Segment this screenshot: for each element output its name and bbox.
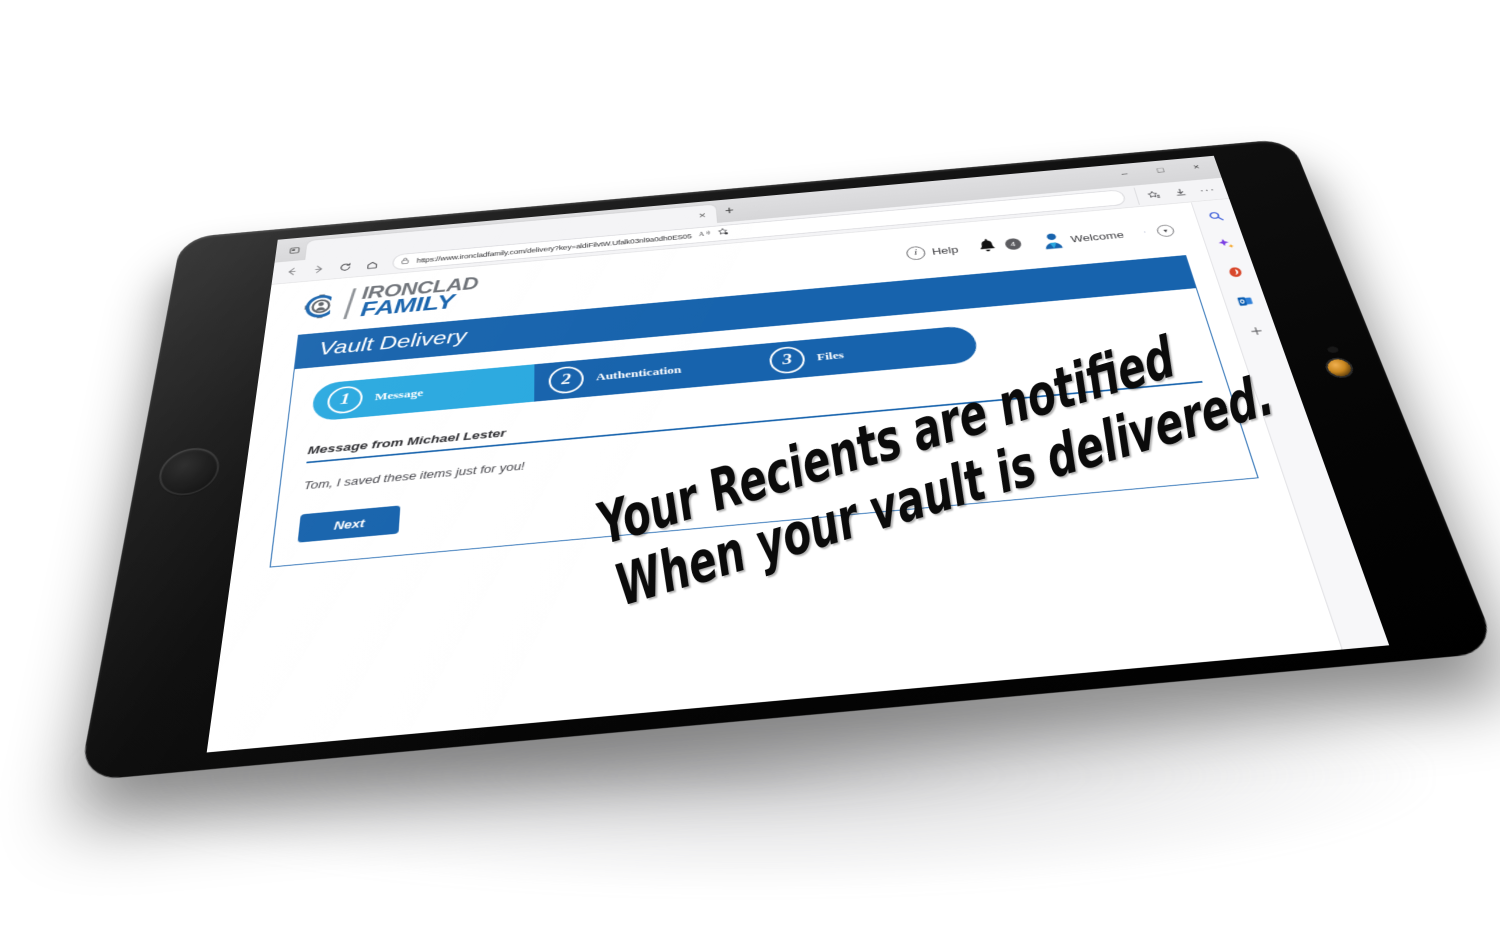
office-icon[interactable] [1222,263,1250,281]
tab-search-icon[interactable] [281,240,308,260]
omnibox-actions: A [698,226,730,241]
step-label: Files [816,348,845,363]
lock-icon [400,255,411,268]
screenshot-root: × + – □ × https://www.ironcladfamily.com… [0,0,1500,942]
ironclad-family-logo[interactable]: IRONCLAD FAMILY [299,274,479,325]
tablet-sensor [1327,346,1339,353]
avatar [1038,231,1066,250]
outlook-icon[interactable] [1232,292,1260,310]
step-label: Authentication [595,363,682,383]
maximize-button[interactable]: □ [1141,161,1181,181]
help-button[interactable]: i Help [905,242,960,261]
back-icon[interactable] [278,262,305,282]
close-icon[interactable]: × [695,210,709,221]
vault-logo-icon [299,290,342,324]
notifications-button[interactable]: 4 [976,235,1023,255]
home-icon[interactable] [359,254,386,274]
notification-count-badge: 4 [1003,237,1023,251]
logo-wordmark: IRONCLAD FAMILY [359,274,478,321]
refresh-icon[interactable] [332,257,359,277]
add-tool-icon[interactable] [1242,322,1271,341]
tablet-perspective-wrap: × + – □ × https://www.ironcladfamily.com… [0,0,1500,942]
info-icon: i [905,245,927,261]
forward-icon[interactable] [305,259,332,279]
minimize-button[interactable]: – [1105,164,1144,184]
bell-icon [976,237,998,255]
favorites-icon[interactable] [1138,185,1168,204]
web-page-content: IRONCLAD FAMILY i Help 4 Welcome · ▾ Vau… [206,202,1342,753]
browser-settings-icon[interactable]: ··· [1192,180,1223,199]
tablet-camera-icon [1325,358,1354,378]
close-window-button[interactable]: × [1177,157,1217,177]
site-header-actions: i Help 4 Welcome · ▾ [905,221,1177,262]
welcome-label: Welcome [1069,229,1126,245]
logo-divider [343,288,357,320]
tablet-home-button[interactable] [155,445,223,498]
user-account-button[interactable]: Welcome [1038,226,1126,250]
next-button[interactable]: Next [297,505,401,543]
tablet-device: × + – □ × https://www.ironcladfamily.com… [78,138,1499,782]
edge-sidebar [1190,198,1390,650]
step-1-message[interactable]: 1 Message [310,364,535,422]
tablet-screen: × + – □ × https://www.ironcladfamily.com… [206,155,1390,753]
step-number: 2 [548,365,584,395]
copilot-icon[interactable] [1212,235,1239,252]
step-2-authentication[interactable]: 2 Authentication [534,344,758,402]
help-label: Help [930,243,960,257]
account-menu-button[interactable]: · ▾ [1141,223,1176,238]
search-icon[interactable] [1203,208,1230,225]
step-number: 3 [768,345,807,375]
step-3-files[interactable]: 3 Files [753,324,980,382]
add-favorite-icon[interactable] [715,226,730,239]
step-label: Message [374,386,424,403]
downloads-icon[interactable] [1165,182,1196,201]
svg-text:A: A [698,230,705,237]
new-tab-button[interactable]: + [715,201,743,222]
step-number: 1 [326,385,364,415]
chevron-down-icon: ▾ [1155,223,1176,238]
read-aloud-icon[interactable]: A [698,228,712,241]
menu-tick: · [1141,228,1148,237]
